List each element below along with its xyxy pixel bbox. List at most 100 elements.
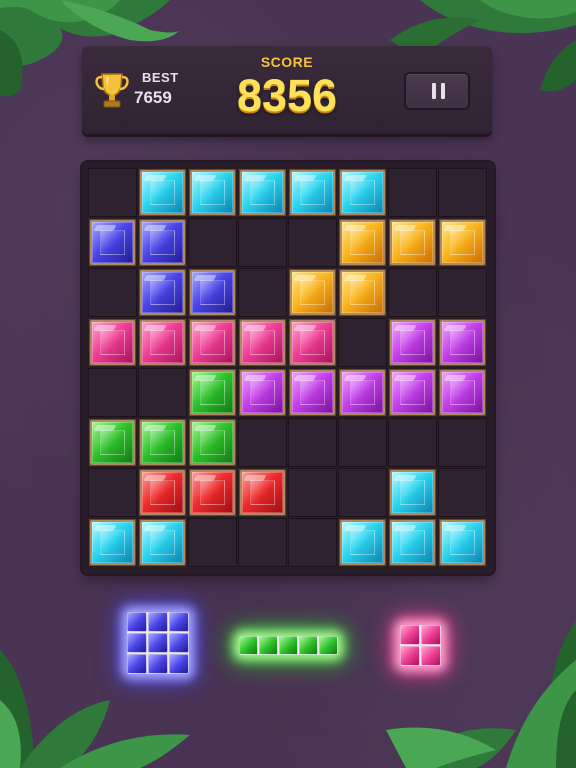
board-cell[interactable] [188, 268, 237, 317]
yellow-gem-block [340, 220, 385, 265]
board-cell[interactable] [288, 218, 337, 267]
cyan-gem-block [140, 520, 185, 565]
red-gem-block [240, 470, 285, 515]
purple-gem-block [340, 370, 385, 415]
tray-piece-pink-square[interactable] [399, 624, 441, 666]
cyan-gem-block [390, 470, 435, 515]
board-cell[interactable] [238, 268, 287, 317]
blue-gem-block [140, 220, 185, 265]
cyan-gem-block [290, 170, 335, 215]
score-label: SCORE [260, 54, 314, 70]
tray-piece-green-line[interactable] [238, 635, 338, 655]
board-cell[interactable] [138, 218, 187, 267]
pink-gem-block [420, 645, 441, 666]
purple-gem-block [440, 370, 485, 415]
board-cell[interactable] [88, 168, 137, 217]
board-cell[interactable] [138, 418, 187, 467]
board-cell[interactable] [188, 518, 237, 567]
board-cell[interactable] [288, 418, 337, 467]
yellow-gem-block [390, 220, 435, 265]
board-cell[interactable] [438, 268, 487, 317]
board-cell[interactable] [388, 368, 437, 417]
board-cell[interactable] [88, 518, 137, 567]
cyan-gem-block [340, 520, 385, 565]
board-cell[interactable] [188, 368, 237, 417]
board-cell[interactable] [188, 418, 237, 467]
pink-gem-block [190, 320, 235, 365]
board-cell[interactable] [138, 518, 187, 567]
board-cell[interactable] [438, 468, 487, 517]
board-cell[interactable] [88, 368, 137, 417]
board-cell[interactable] [388, 468, 437, 517]
board-cell[interactable] [288, 368, 337, 417]
board-cell[interactable] [288, 518, 337, 567]
board-cell[interactable] [88, 318, 137, 367]
board-cell[interactable] [438, 368, 487, 417]
board-cell[interactable] [438, 168, 487, 217]
board-cell[interactable] [338, 368, 387, 417]
board-cell[interactable] [138, 268, 187, 317]
pink-gem-block [399, 624, 420, 645]
board-cell[interactable] [188, 218, 237, 267]
board-cell[interactable] [338, 418, 387, 467]
board-cell[interactable] [238, 318, 287, 367]
board-cell[interactable] [188, 168, 237, 217]
board-cell[interactable] [338, 168, 387, 217]
board-cell[interactable] [138, 368, 187, 417]
score-header: BEST 7659 SCORE 8356 [82, 46, 492, 134]
board-cell[interactable] [238, 368, 287, 417]
tray-piece-blue-square[interactable] [127, 612, 189, 674]
board-cell[interactable] [388, 418, 437, 467]
board-cell[interactable] [138, 468, 187, 517]
board-cell[interactable] [138, 168, 187, 217]
board-cell[interactable] [288, 318, 337, 367]
board-cell[interactable] [338, 218, 387, 267]
board-cell[interactable] [138, 318, 187, 367]
green-gem-block [298, 635, 318, 655]
board-cell[interactable] [188, 318, 237, 367]
board-cell[interactable] [438, 218, 487, 267]
board-cell[interactable] [88, 468, 137, 517]
board-cell[interactable] [188, 468, 237, 517]
board-cell[interactable] [438, 518, 487, 567]
board-cell[interactable] [88, 418, 137, 467]
board-cell[interactable] [238, 218, 287, 267]
board-cell[interactable] [438, 318, 487, 367]
board-cell[interactable] [238, 418, 287, 467]
board-cell[interactable] [388, 318, 437, 367]
board-cell[interactable] [238, 468, 287, 517]
board-cell[interactable] [238, 168, 287, 217]
blue-gem-block [127, 654, 147, 674]
board-cell[interactable] [338, 268, 387, 317]
board-cell[interactable] [288, 468, 337, 517]
pink-gem-block [240, 320, 285, 365]
board-cell[interactable] [338, 468, 387, 517]
cyan-gem-block [190, 170, 235, 215]
green-gem-block [90, 420, 135, 465]
pink-gem-block [420, 624, 441, 645]
board-cell[interactable] [388, 218, 437, 267]
game-board [82, 162, 494, 574]
board-cell[interactable] [238, 518, 287, 567]
board-grid [88, 168, 488, 568]
board-cell[interactable] [388, 168, 437, 217]
green-gem-block [278, 635, 298, 655]
blue-gem-block [169, 654, 189, 674]
blue-gem-block [127, 612, 147, 632]
pause-button[interactable] [404, 72, 470, 110]
board-cell[interactable] [88, 218, 137, 267]
board-cell[interactable] [388, 518, 437, 567]
board-cell[interactable] [338, 318, 387, 367]
pause-icon-bar [441, 83, 445, 99]
board-cell[interactable] [88, 268, 137, 317]
green-gem-block [190, 420, 235, 465]
board-cell[interactable] [438, 418, 487, 467]
board-cell[interactable] [338, 518, 387, 567]
green-gem-block [318, 635, 338, 655]
blue-gem-block [127, 633, 147, 653]
board-cell[interactable] [288, 268, 337, 317]
pink-gem-block [399, 645, 420, 666]
blue-gem-block [169, 612, 189, 632]
board-cell[interactable] [388, 268, 437, 317]
board-cell[interactable] [288, 168, 337, 217]
